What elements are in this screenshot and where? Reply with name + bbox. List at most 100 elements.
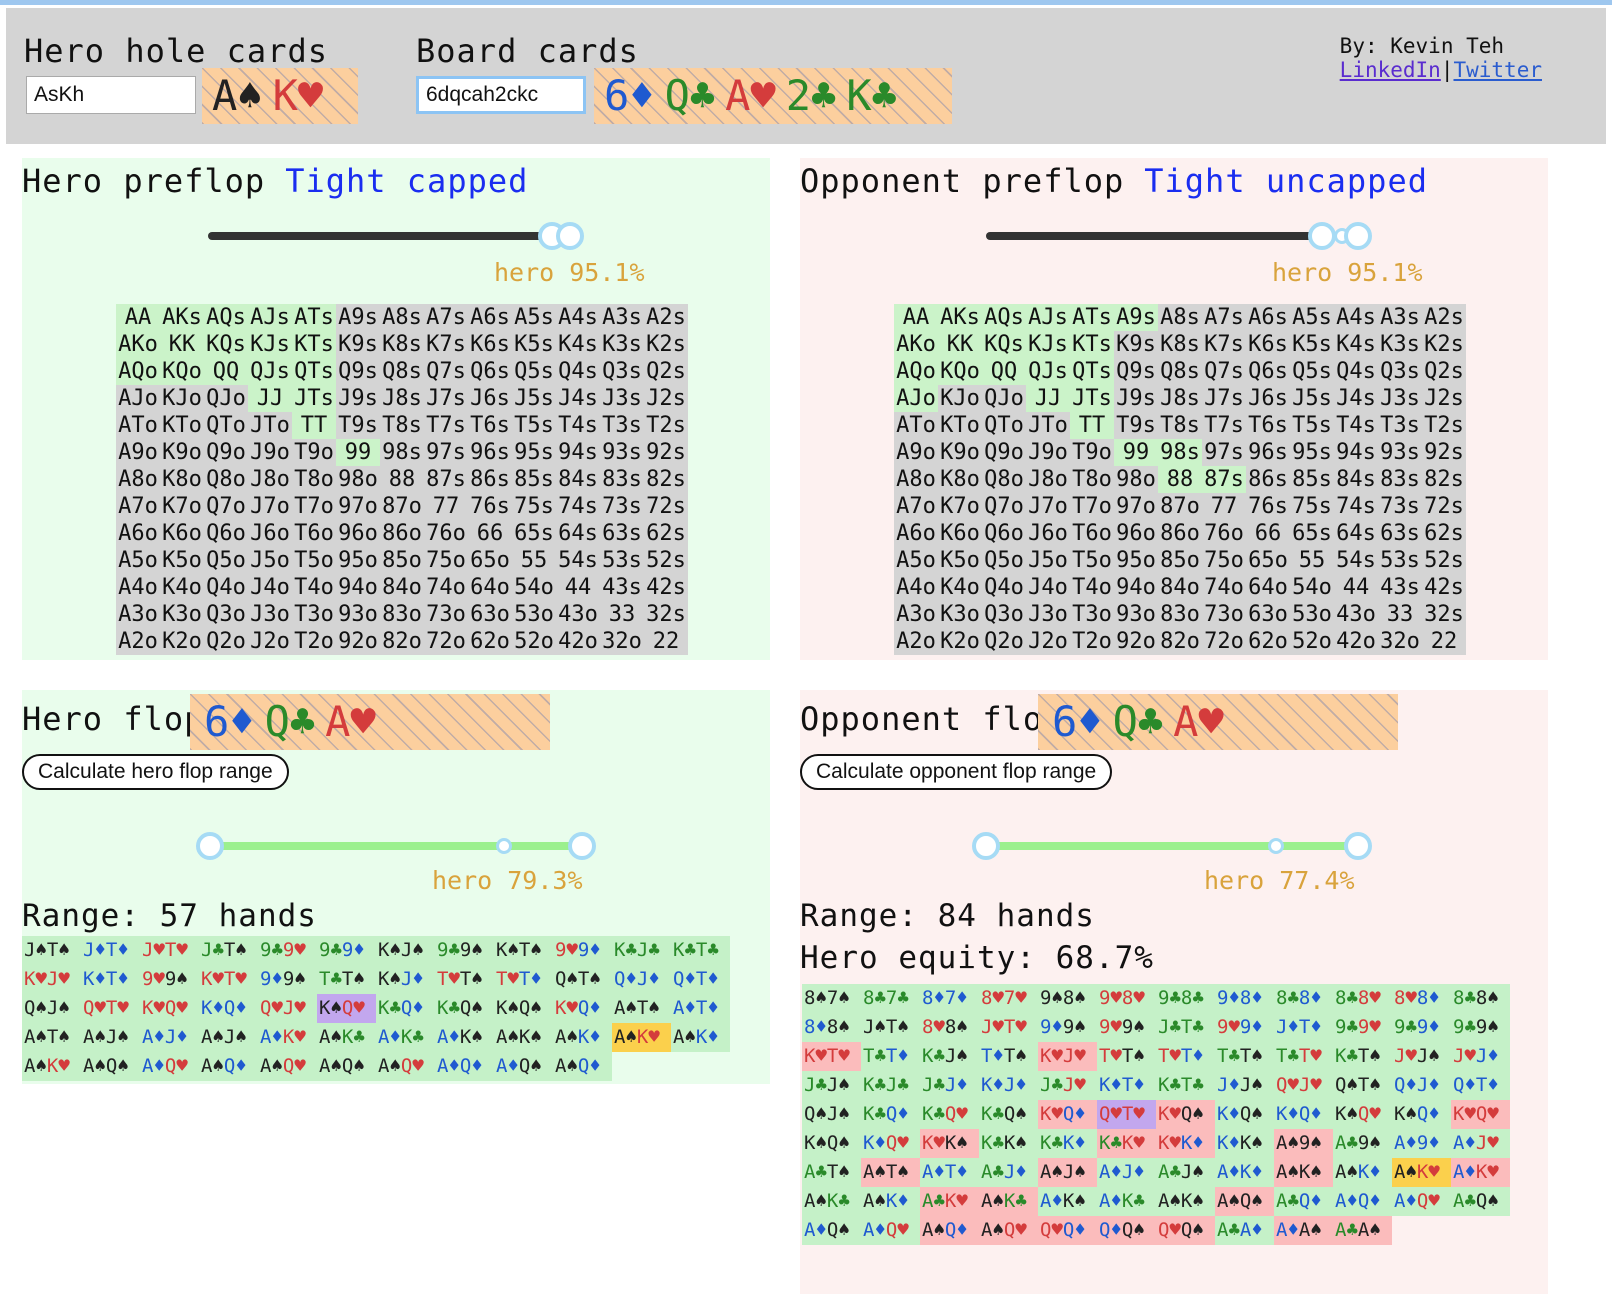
grid-cell-k4s[interactable]: K4s xyxy=(556,331,600,358)
grid-cell-52s[interactable]: 52s xyxy=(1422,547,1466,574)
grid-cell-t6s[interactable]: T6s xyxy=(468,412,512,439)
grid-cell-kjs[interactable]: KJs xyxy=(248,331,292,358)
grid-cell-85s[interactable]: 85s xyxy=(1290,466,1334,493)
grid-cell-87o[interactable]: 87o xyxy=(380,493,424,520)
grid-cell-a3o[interactable]: A3o xyxy=(894,601,938,628)
grid-cell-aqs[interactable]: AQs xyxy=(982,304,1026,331)
calculate-opp-flop-button[interactable]: Calculate opponent flop range xyxy=(800,754,1113,790)
board-cards-input[interactable] xyxy=(416,76,586,114)
grid-cell-97s[interactable]: 97s xyxy=(1202,439,1246,466)
grid-cell-j4s[interactable]: J4s xyxy=(556,385,600,412)
grid-cell-q2o[interactable]: Q2o xyxy=(982,628,1026,655)
hero-flop-slider-knob-low[interactable] xyxy=(196,832,224,860)
grid-cell-k9o[interactable]: K9o xyxy=(160,439,204,466)
grid-cell-76s[interactable]: 76s xyxy=(1246,493,1290,520)
grid-cell-75s[interactable]: 75s xyxy=(1290,493,1334,520)
grid-cell-qjs[interactable]: QJs xyxy=(1026,358,1070,385)
grid-cell-ato[interactable]: ATo xyxy=(894,412,938,439)
grid-cell-ats[interactable]: ATs xyxy=(1070,304,1114,331)
grid-cell-96s[interactable]: 96s xyxy=(468,439,512,466)
grid-cell-j6s[interactable]: J6s xyxy=(468,385,512,412)
grid-cell-k5o[interactable]: K5o xyxy=(938,547,982,574)
grid-cell-43o[interactable]: 43o xyxy=(556,601,600,628)
grid-cell-j9s[interactable]: J9s xyxy=(1114,385,1158,412)
grid-cell-84o[interactable]: 84o xyxy=(1158,574,1202,601)
grid-cell-kjs[interactable]: KJs xyxy=(1026,331,1070,358)
grid-cell-j4o[interactable]: J4o xyxy=(248,574,292,601)
grid-cell-q6o[interactable]: Q6o xyxy=(982,520,1026,547)
grid-cell-k6o[interactable]: K6o xyxy=(938,520,982,547)
grid-cell-94o[interactable]: 94o xyxy=(1114,574,1158,601)
grid-cell-73s[interactable]: 73s xyxy=(600,493,644,520)
grid-cell-jts[interactable]: JTs xyxy=(292,385,336,412)
grid-cell-83s[interactable]: 83s xyxy=(1378,466,1422,493)
grid-cell-q5o[interactable]: Q5o xyxy=(982,547,1026,574)
opp-flop-slider-knob-mid[interactable] xyxy=(1268,838,1284,854)
grid-cell-74s[interactable]: 74s xyxy=(556,493,600,520)
grid-cell-a2s[interactable]: A2s xyxy=(644,304,688,331)
grid-cell-77[interactable]: 77 xyxy=(1202,493,1246,520)
grid-cell-98o[interactable]: 98o xyxy=(336,466,380,493)
grid-cell-t5o[interactable]: T5o xyxy=(1070,547,1114,574)
grid-cell-qq[interactable]: QQ xyxy=(204,358,248,385)
grid-cell-k7s[interactable]: K7s xyxy=(424,331,468,358)
grid-cell-j7o[interactable]: J7o xyxy=(248,493,292,520)
grid-cell-a7o[interactable]: A7o xyxy=(116,493,160,520)
grid-cell-42o[interactable]: 42o xyxy=(1334,628,1378,655)
grid-cell-t3s[interactable]: T3s xyxy=(600,412,644,439)
grid-cell-kqs[interactable]: KQs xyxy=(204,331,248,358)
grid-cell-86o[interactable]: 86o xyxy=(1158,520,1202,547)
grid-cell-32s[interactable]: 32s xyxy=(644,601,688,628)
grid-cell-q9o[interactable]: Q9o xyxy=(204,439,248,466)
grid-cell-a4o[interactable]: A4o xyxy=(894,574,938,601)
grid-cell-k3s[interactable]: K3s xyxy=(600,331,644,358)
grid-cell-87o[interactable]: 87o xyxy=(1158,493,1202,520)
grid-cell-55[interactable]: 55 xyxy=(1290,547,1334,574)
grid-cell-63s[interactable]: 63s xyxy=(1378,520,1422,547)
grid-cell-63o[interactable]: 63o xyxy=(468,601,512,628)
grid-cell-kk[interactable]: KK xyxy=(160,331,204,358)
grid-cell-kqs[interactable]: KQs xyxy=(982,331,1026,358)
grid-cell-qjo[interactable]: QJo xyxy=(204,385,248,412)
grid-cell-q7s[interactable]: Q7s xyxy=(1202,358,1246,385)
grid-cell-q3s[interactable]: Q3s xyxy=(600,358,644,385)
grid-cell-ako[interactable]: AKo xyxy=(894,331,938,358)
grid-cell-t8s[interactable]: T8s xyxy=(380,412,424,439)
grid-cell-ajs[interactable]: AJs xyxy=(248,304,292,331)
grid-cell-52s[interactable]: 52s xyxy=(644,547,688,574)
grid-cell-94o[interactable]: 94o xyxy=(336,574,380,601)
grid-cell-j2s[interactable]: J2s xyxy=(1422,385,1466,412)
grid-cell-t2o[interactable]: T2o xyxy=(292,628,336,655)
grid-cell-86s[interactable]: 86s xyxy=(1246,466,1290,493)
grid-cell-aa[interactable]: AA xyxy=(894,304,938,331)
grid-cell-22[interactable]: 22 xyxy=(644,628,688,655)
grid-cell-62s[interactable]: 62s xyxy=(644,520,688,547)
opp-flop-slider-knob-low[interactable] xyxy=(972,832,1000,860)
grid-cell-qjo[interactable]: QJo xyxy=(982,385,1026,412)
grid-cell-83o[interactable]: 83o xyxy=(380,601,424,628)
grid-cell-t7s[interactable]: T7s xyxy=(424,412,468,439)
grid-cell-q7s[interactable]: Q7s xyxy=(424,358,468,385)
grid-cell-84s[interactable]: 84s xyxy=(1334,466,1378,493)
grid-cell-76o[interactable]: 76o xyxy=(424,520,468,547)
grid-cell-j8o[interactable]: J8o xyxy=(1026,466,1070,493)
hero-preflop-slider-knob-high[interactable] xyxy=(556,222,584,250)
grid-cell-66[interactable]: 66 xyxy=(1246,520,1290,547)
grid-cell-j2o[interactable]: J2o xyxy=(248,628,292,655)
grid-cell-k8s[interactable]: K8s xyxy=(380,331,424,358)
grid-cell-98o[interactable]: 98o xyxy=(1114,466,1158,493)
grid-cell-kk[interactable]: KK xyxy=(938,331,982,358)
grid-cell-a4s[interactable]: A4s xyxy=(1334,304,1378,331)
grid-cell-t3s[interactable]: T3s xyxy=(1378,412,1422,439)
grid-cell-52o[interactable]: 52o xyxy=(512,628,556,655)
grid-cell-72s[interactable]: 72s xyxy=(1422,493,1466,520)
grid-cell-73s[interactable]: 73s xyxy=(1378,493,1422,520)
grid-cell-q2o[interactable]: Q2o xyxy=(204,628,248,655)
grid-cell-a9s[interactable]: A9s xyxy=(336,304,380,331)
grid-cell-ako[interactable]: AKo xyxy=(116,331,160,358)
grid-cell-kto[interactable]: KTo xyxy=(160,412,204,439)
grid-cell-a2o[interactable]: A2o xyxy=(894,628,938,655)
grid-cell-q9s[interactable]: Q9s xyxy=(1114,358,1158,385)
grid-cell-jto[interactable]: JTo xyxy=(1026,412,1070,439)
grid-cell-t7o[interactable]: T7o xyxy=(1070,493,1114,520)
